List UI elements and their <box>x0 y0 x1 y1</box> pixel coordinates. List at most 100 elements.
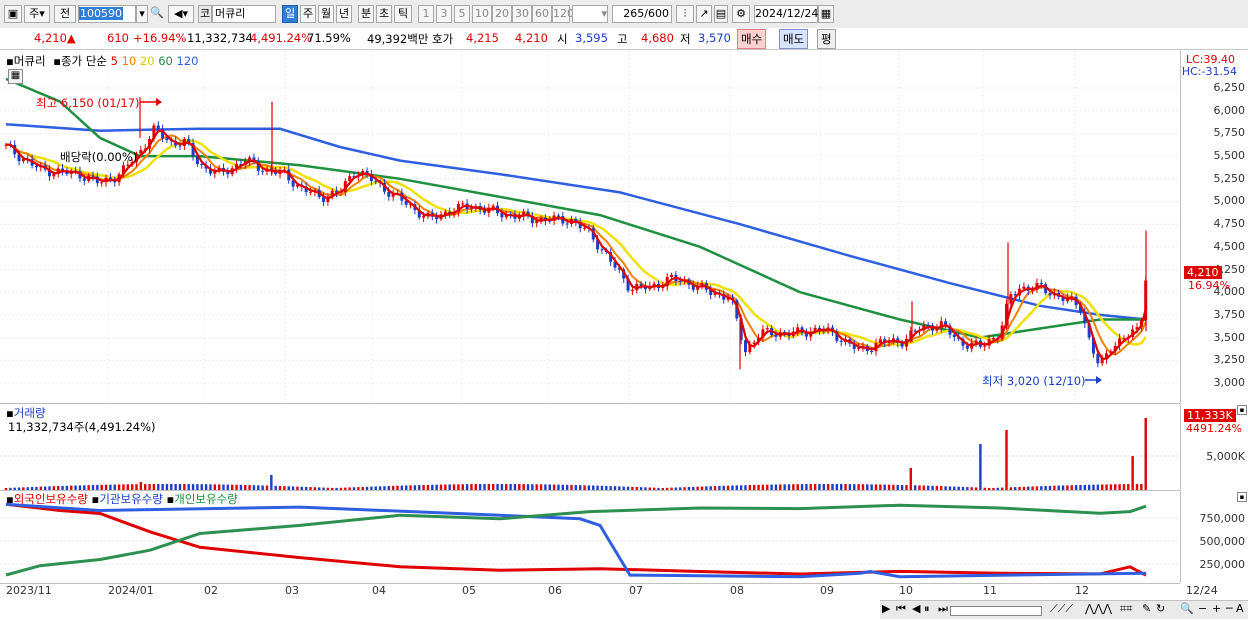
search-icon[interactable]: 🔍 <box>150 5 164 23</box>
volume-bar <box>853 484 856 490</box>
holdings-axis[interactable]: 750,000 500,000 250,000 ▪ <box>1180 491 1248 583</box>
period-minute-button[interactable]: 분 <box>358 5 374 23</box>
price-tick: 6,000 <box>1213 103 1246 117</box>
prev-button[interactable]: 전 <box>54 5 76 23</box>
legend-ma120[interactable]: 120 <box>177 54 199 68</box>
volume-bar <box>152 484 156 490</box>
calendar-icon[interactable]: ▦ <box>818 5 834 23</box>
volume-bar <box>257 485 260 490</box>
legend-foreign[interactable]: 외국인보유수량 <box>14 492 88 506</box>
legend-ma-label[interactable]: 종가 단순 <box>61 54 107 68</box>
legend-ma10[interactable]: 10 <box>122 54 137 68</box>
chart-menu-icon[interactable]: ▣ <box>4 5 22 23</box>
maximize-icon[interactable]: ▪ <box>1237 492 1247 502</box>
current-volume-tag: 11,333K <box>1184 409 1236 422</box>
line-tool-icon[interactable]: ↗ <box>696 5 712 23</box>
scroll-right-icon[interactable]: ▶ <box>882 602 890 615</box>
current-price: 4,210▲ <box>34 31 76 45</box>
interval-10-button[interactable]: 10 <box>472 5 492 23</box>
price-tick: 3,750 <box>1213 307 1246 321</box>
candle-body <box>765 328 769 330</box>
volume-bar <box>422 484 425 490</box>
volume-bar <box>848 484 852 490</box>
volume-bar <box>1022 486 1026 490</box>
custom-interval-select[interactable]: ▾ <box>572 5 608 23</box>
period-month-button[interactable]: 월 <box>318 5 334 23</box>
candle-body <box>82 178 86 181</box>
interval-20-button[interactable]: 20 <box>492 5 512 23</box>
volume-bar <box>178 484 182 490</box>
volume-bar <box>613 486 617 490</box>
period-day-button[interactable]: 일 <box>282 5 298 23</box>
legend-institution[interactable]: 기관보유수량 <box>99 492 162 506</box>
pattern-icon[interactable]: ⋀⋀⋀ <box>1085 602 1112 615</box>
pause-icon[interactable]: ⏸ <box>924 602 930 616</box>
volume-bar <box>157 484 160 490</box>
x-axis-label: 07 <box>629 584 643 597</box>
volume-bar <box>35 486 38 490</box>
interval-30-button[interactable]: 30 <box>512 5 532 23</box>
zoom-out-icon[interactable]: − <box>1198 602 1207 615</box>
draw-tools-icon[interactable]: ⟋⟋⟋ <box>1050 602 1073 616</box>
interval-60-button[interactable]: 60 <box>532 5 552 23</box>
calculator-icon[interactable]: ▦ <box>8 69 23 84</box>
holdings-tick: 750,000 <box>1199 512 1246 525</box>
volume-axis[interactable]: 11,333K 4491.24% 5,000K ▪ <box>1180 404 1248 490</box>
volume-title[interactable]: 거래량 <box>14 406 46 420</box>
refresh-icon[interactable]: ↻ <box>1156 602 1165 615</box>
zoom-in-icon[interactable]: + <box>1212 602 1221 615</box>
volume-bar <box>87 485 90 490</box>
period-tick-button[interactable]: 틱 <box>394 5 412 23</box>
volume-bar <box>905 485 908 490</box>
volume-bar <box>970 487 973 490</box>
legend-ma5[interactable]: 5 <box>111 54 118 68</box>
zoom-slider[interactable] <box>950 606 1042 616</box>
legend-stock-name[interactable]: 머큐리 <box>14 54 46 68</box>
code-dropdown-icon[interactable]: ▾ <box>136 5 148 23</box>
volume-bar <box>1005 430 1008 490</box>
price-axis[interactable]: LC:39.40 HC:-31.54 6,250 6,000 5,750 5,500 5… <box>1180 50 1248 403</box>
volume-bar <box>535 484 538 490</box>
interval-1-button[interactable]: 1 <box>418 5 434 23</box>
first-page-icon[interactable]: ⏮ <box>896 602 906 616</box>
stock-name-field[interactable]: 머큐리 <box>212 5 276 23</box>
volume-bar <box>1057 485 1060 490</box>
legend-ma20[interactable]: 20 <box>140 54 155 68</box>
eraser-icon[interactable]: ✎ <box>1142 602 1151 615</box>
holdings-pane[interactable]: ▪외국인보유수량 ▪기관보유수량 ▪개인보유수량 <box>0 491 1180 584</box>
interval-3-button[interactable]: 3 <box>436 5 452 23</box>
zoom-icon[interactable]: 🔍 <box>1180 602 1194 615</box>
period-year-button[interactable]: 년 <box>336 5 352 23</box>
font-size-icon[interactable]: A <box>1236 602 1244 615</box>
date-field[interactable]: 2024/12/24 <box>754 5 818 23</box>
volume-bar <box>387 486 390 490</box>
legend-ma60[interactable]: 60 <box>158 54 173 68</box>
price-pane[interactable]: ▪머큐리 ▪종가 단순 5 10 20 60 120 ▦ 최고 6,150 (0… <box>0 50 1180 404</box>
sell-button[interactable]: 매도 <box>779 29 809 49</box>
stock-code-input[interactable]: 100590 <box>78 5 136 23</box>
maximize-icon[interactable]: ▪ <box>1237 405 1247 415</box>
zoom-reset-icon[interactable]: ─ <box>1226 602 1233 615</box>
interval-5-button[interactable]: 5 <box>454 5 470 23</box>
prev-page-icon[interactable]: ◀ <box>912 602 920 615</box>
chart-type-icon[interactable]: ⫶ <box>676 5 694 23</box>
volume-bar <box>400 485 404 490</box>
volume-pane[interactable]: ▪거래량 11,332,734주(4,491.24%) <box>0 404 1180 491</box>
count-field[interactable]: 265/600 <box>612 5 672 23</box>
interval-120-button[interactable]: 120 <box>552 5 574 23</box>
average-button[interactable]: 평 <box>817 29 836 49</box>
period-second-button[interactable]: 초 <box>376 5 392 23</box>
x-axis-right-label: 12/24 <box>1186 584 1218 597</box>
period-week-button[interactable]: 주 <box>300 5 316 23</box>
object-icon[interactable]: ⌗⌗ <box>1120 602 1132 616</box>
speaker-icon[interactable]: ◀▾ <box>168 5 194 23</box>
legend-individual[interactable]: 개인보유수량 <box>174 492 237 506</box>
volume-bar <box>1114 484 1117 490</box>
next-page-icon[interactable]: ⏭ <box>938 602 948 616</box>
high-price: 4,680 <box>641 31 674 45</box>
volume-bar <box>244 484 247 490</box>
market-button[interactable]: 주▾ <box>24 5 50 23</box>
save-icon[interactable]: ▤ <box>714 5 728 23</box>
buy-button[interactable]: 매수 <box>737 29 767 49</box>
gear-icon[interactable]: ⚙ <box>732 5 750 23</box>
